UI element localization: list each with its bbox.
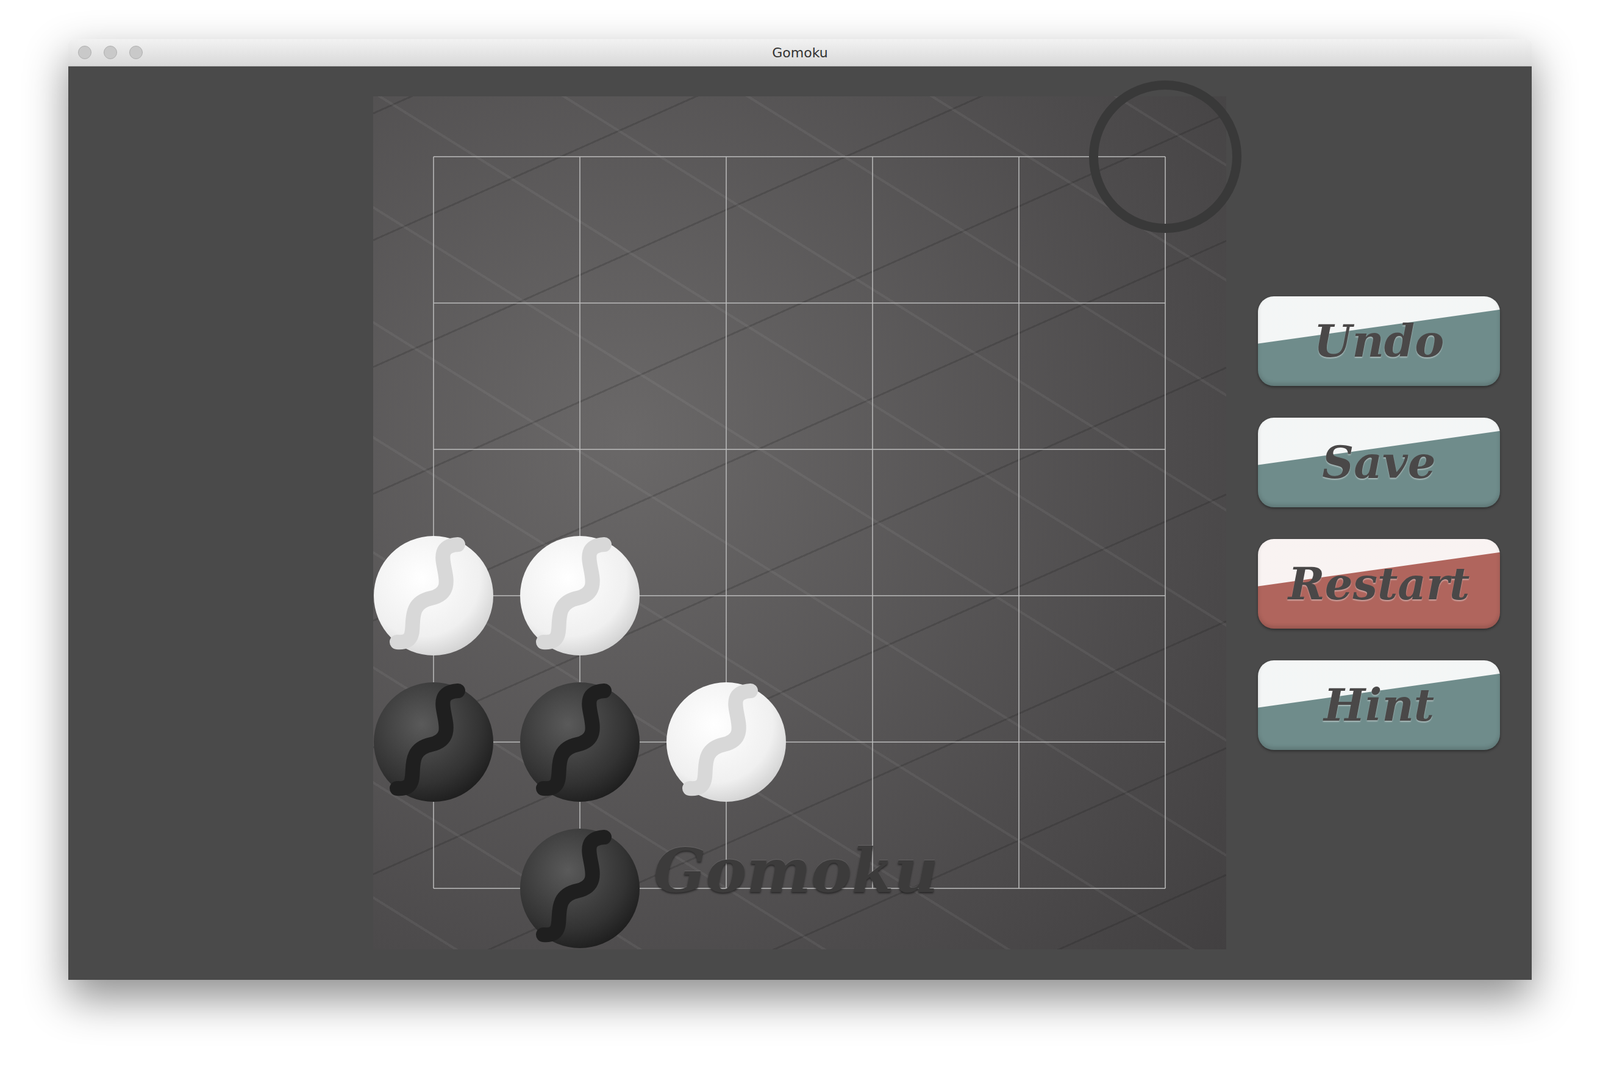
close-button[interactable] (78, 45, 92, 60)
restart-button[interactable]: Restart (1257, 539, 1500, 629)
white-stone-icon (518, 534, 641, 657)
app-window: Gomoku Gomoku Undo Save Restart Hint (68, 39, 1532, 980)
window-title: Gomoku (68, 45, 1532, 61)
save-button[interactable]: Save (1257, 417, 1500, 508)
zoom-button[interactable] (129, 45, 143, 60)
watermark: Gomoku (653, 837, 939, 905)
black-stone-icon (518, 827, 641, 950)
hint-button[interactable]: Hint (1257, 660, 1500, 750)
game-board[interactable]: Gomoku (373, 96, 1227, 950)
button-column: Undo Save Restart Hint (1257, 296, 1500, 750)
window-controls (68, 45, 143, 60)
title-bar: Gomoku (68, 39, 1532, 67)
content: Gomoku Undo Save Restart Hint (68, 66, 1532, 980)
desktop: Gomoku Gomoku Undo Save Restart Hint (0, 0, 1600, 1078)
cursor-ring-icon (1089, 80, 1242, 233)
white-stone-icon (665, 681, 788, 804)
grid-icon (373, 96, 1227, 950)
white-stone-icon (372, 534, 495, 657)
black-stone-icon (518, 681, 641, 804)
undo-button[interactable]: Undo (1257, 296, 1500, 386)
black-stone-icon (372, 681, 495, 804)
minimize-button[interactable] (103, 45, 118, 60)
